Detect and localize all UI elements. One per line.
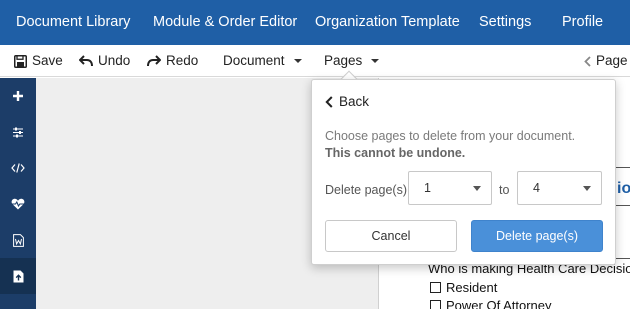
delete-range-label: Delete page(s) — [325, 183, 407, 197]
editor-toolbar: Save Undo Redo Document Pages Page — [0, 45, 630, 77]
to-label: to — [499, 183, 510, 197]
caret-down-icon — [293, 59, 302, 63]
caret-down-icon — [583, 186, 591, 191]
doc-heading-fragment: io — [617, 180, 630, 197]
caret-down-icon — [371, 59, 380, 63]
delete-pages-button[interactable]: Delete page(s) — [471, 220, 603, 252]
delete-instructions: Choose pages to delete from your documen… — [325, 129, 576, 143]
caret-down-icon — [473, 186, 481, 191]
add-button[interactable] — [0, 78, 36, 114]
health-button[interactable] — [0, 186, 36, 222]
save-button[interactable]: Save — [14, 45, 63, 77]
word-file-icon — [12, 233, 24, 247]
redo-button[interactable]: Redo — [147, 45, 198, 77]
nav-settings[interactable]: Settings — [479, 0, 531, 45]
doc-option-label: Resident — [446, 280, 498, 295]
from-page-value: 1 — [424, 181, 431, 195]
from-page-select[interactable]: 1 — [408, 171, 492, 205]
delete-pages-popover: Back Choose pages to delete from your do… — [311, 79, 616, 265]
page-nav-button[interactable]: Page — [584, 45, 628, 77]
heartbeat-icon — [11, 198, 25, 210]
nav-module-order-editor[interactable]: Module & Order Editor — [153, 0, 297, 45]
cancel-button[interactable]: Cancel — [325, 220, 457, 252]
undo-button[interactable]: Undo — [79, 45, 130, 77]
undo-label: Undo — [98, 53, 131, 68]
code-button[interactable] — [0, 150, 36, 186]
page-nav-label: Page — [596, 53, 628, 68]
doc-option-power-of-attorney[interactable]: Power Of Attorney — [430, 298, 552, 309]
save-icon — [14, 54, 27, 68]
doc-option-resident[interactable]: Resident — [430, 280, 497, 295]
settings-sliders-button[interactable] — [0, 114, 36, 150]
chevron-left-icon — [584, 55, 591, 67]
delete-warning: This cannot be undone. — [325, 146, 466, 160]
document-menu-label: Document — [223, 53, 285, 68]
doc-option-label: Power Of Attorney — [446, 298, 552, 309]
nav-organization-template[interactable]: Organization Template — [315, 0, 460, 45]
tool-sidebar — [0, 78, 36, 309]
back-label: Back — [339, 94, 370, 109]
file-upload-button[interactable] — [0, 258, 36, 294]
word-export-button[interactable] — [0, 222, 36, 258]
code-icon — [11, 163, 25, 173]
save-label: Save — [32, 53, 63, 68]
to-page-select[interactable]: 4 — [517, 171, 602, 205]
redo-label: Redo — [166, 53, 199, 68]
plus-icon — [13, 91, 23, 101]
chevron-left-icon — [325, 95, 333, 108]
sliders-icon — [13, 127, 23, 137]
to-page-value: 4 — [533, 181, 540, 195]
pages-menu-label: Pages — [324, 53, 363, 68]
file-upload-icon — [13, 270, 23, 282]
top-navigation: Document Library Module & Order Editor O… — [0, 0, 630, 45]
undo-icon — [79, 55, 93, 67]
nav-profile[interactable]: Profile — [562, 0, 603, 45]
back-button[interactable]: Back — [325, 94, 369, 109]
checkbox-icon[interactable] — [430, 282, 441, 293]
redo-icon — [147, 55, 161, 67]
document-menu[interactable]: Document — [223, 45, 302, 77]
checkbox-icon[interactable] — [430, 300, 441, 309]
nav-document-library[interactable]: Document Library — [16, 0, 130, 45]
